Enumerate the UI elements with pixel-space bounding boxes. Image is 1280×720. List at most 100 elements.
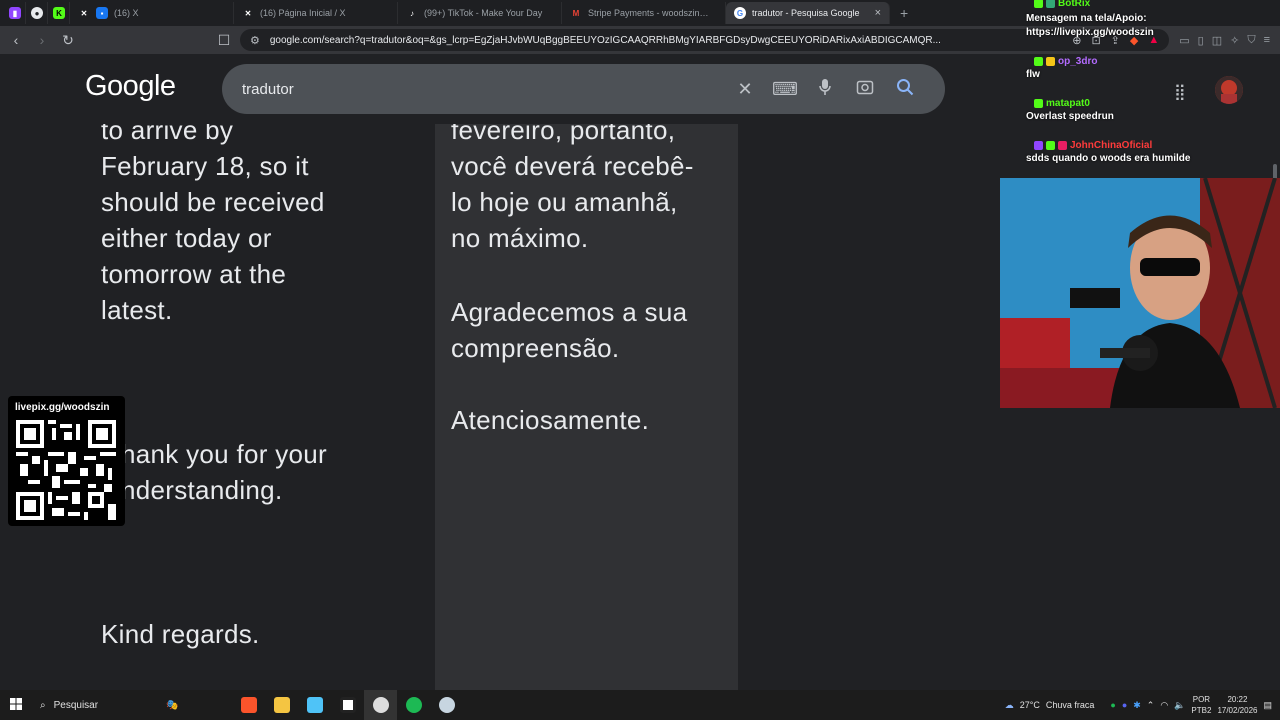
taskbar-search-label: Pesquisar [53, 699, 99, 711]
tab-chrome[interactable]: ● [26, 2, 48, 24]
clear-icon[interactable]: ✕ [725, 79, 765, 100]
x-icon: ✕ [80, 8, 88, 18]
tab-title: (16) X [114, 8, 139, 18]
mail-icon: ▪ [96, 7, 108, 19]
google-icon: G [734, 7, 746, 19]
kick-icon [1034, 56, 1043, 66]
target-text-top: fevereiro, portanto, você deverá recebê-… [451, 112, 731, 256]
new-tab-icon[interactable]: + [890, 5, 918, 21]
chevron-up-icon[interactable]: ⌃ [1147, 700, 1155, 711]
source-line: February 18, so it [101, 151, 309, 181]
windows-start-icon[interactable] [0, 697, 32, 713]
back-icon[interactable]: ‹ [6, 32, 26, 48]
gift-badge-icon [1058, 140, 1067, 150]
clock-date: 17/02/2026 [1217, 706, 1258, 715]
chat-user: BotRix [1020, 0, 1090, 10]
discord-tray-icon[interactable]: ● [1122, 700, 1127, 710]
twitch-icon [1034, 140, 1043, 150]
x-icon: ✕ [244, 8, 252, 18]
chat-username: JohnChinaOficial [1070, 139, 1153, 151]
camera-search-icon[interactable] [845, 78, 885, 101]
volume-icon[interactable]: 🔈 [1174, 700, 1185, 711]
spotify-tray-icon[interactable]: ● [1110, 700, 1115, 710]
tab-google-active[interactable]: Gtradutor - Pesquisa Google × [726, 2, 890, 24]
bot-badge-icon [1046, 0, 1055, 8]
target-line: compreensão. [451, 333, 620, 363]
capcut-icon [339, 697, 356, 713]
google-search-box[interactable]: tradutor ✕ ⌨ [222, 64, 945, 114]
source-line: nderstanding. [121, 475, 283, 505]
bluetooth-icon[interactable]: ✱ [1133, 700, 1141, 711]
chat-message: Overlast speedrun [1026, 111, 1114, 122]
tab-title: (16) Página Inicial / X [260, 8, 346, 18]
chat-username: BotRix [1058, 0, 1091, 9]
source-line: either today or [101, 223, 272, 253]
tiktok-icon: ♪ [410, 8, 414, 18]
system-tray: ☁ 27°C Chuva fraca ● ● ✱ ⌃ ◠ 🔈 POR PTB2 … [1005, 690, 1280, 720]
microphone-icon[interactable] [805, 78, 845, 101]
brave-icon [240, 697, 257, 713]
steam-icon [438, 697, 455, 713]
target-text-thanks: Agradecemos a sua compreensão. [451, 294, 731, 366]
lang-bottom: PTB2 [1191, 706, 1212, 715]
search-icon: ⌕ [40, 699, 46, 711]
qr-label: livepix.gg/woodszin [15, 402, 110, 413]
taskbar-steam[interactable] [430, 690, 463, 720]
chat-message: Mensagem na tela/Apoio: https://livepix.… [1026, 13, 1154, 38]
stream-chat: BotRix Mensagem na tela/Apoio: https://l… [1020, 0, 1280, 178]
source-regards: Kind regards. [101, 619, 260, 649]
tab-title: Stripe Payments - woodszin@gmail.c [588, 8, 717, 18]
obs-icon [372, 697, 389, 713]
chat-username: op_3dro [1058, 55, 1098, 67]
notifications-icon[interactable]: ▤ [1263, 700, 1272, 711]
target-line: no máximo. [451, 223, 589, 253]
kick-icon [1034, 98, 1043, 108]
taskbar-search[interactable]: ⌕ Pesquisar 🎭 [32, 700, 232, 711]
target-line: você deverá recebê- [451, 151, 694, 181]
tab-kick[interactable]: K [48, 2, 70, 24]
source-text-thanks: hank you for your nderstanding. [121, 436, 421, 508]
target-line: Agradecemos a sua [451, 297, 688, 327]
clock[interactable]: 20:22 17/02/2026 [1217, 694, 1257, 716]
tab-gmail[interactable]: M Stripe Payments - woodszin@gmail.c [562, 2, 726, 24]
forward-icon[interactable]: › [32, 32, 52, 48]
source-line: latest. [101, 295, 173, 325]
chrome-icon: ● [31, 7, 43, 19]
wifi-icon[interactable]: ◠ [1160, 700, 1168, 711]
taskbar-obs[interactable] [364, 690, 397, 720]
site-info-icon[interactable]: ⚙ [250, 34, 260, 47]
language-indicator[interactable]: POR PTB2 [1191, 694, 1211, 716]
tab-twitch[interactable]: ▮ [4, 2, 26, 24]
search-highlight-icon: 🎭 [166, 699, 179, 711]
taskbar-explorer[interactable] [265, 690, 298, 720]
close-tab-icon[interactable]: × [875, 7, 881, 19]
notepad-icon [306, 697, 323, 713]
tab-tiktok[interactable]: ♪ (99+) TikTok - Make Your Day [398, 2, 562, 24]
chat-user: matapat0 [1020, 96, 1114, 110]
taskbar-spotify[interactable] [397, 690, 430, 720]
clock-time: 20:22 [1227, 695, 1248, 704]
bookmark-icon[interactable]: ☐ [214, 32, 234, 49]
weather-desc: Chuva fraca [1045, 700, 1095, 710]
keyboard-icon[interactable]: ⌨ [765, 79, 805, 100]
source-line: hank you for your [121, 439, 327, 469]
spotify-icon [405, 697, 422, 713]
tab-x[interactable]: ✕ ▪ (16) X [70, 2, 234, 24]
search-icon[interactable] [885, 78, 925, 101]
chat-message: flw [1026, 69, 1040, 80]
tab-title: (99+) TikTok - Make Your Day [424, 8, 543, 18]
tab-x-home[interactable]: ✕ (16) Página Inicial / X [234, 2, 398, 24]
sub-badge-icon [1046, 56, 1055, 66]
reload-icon[interactable]: ↻ [58, 32, 78, 49]
taskbar-notepad[interactable] [298, 690, 331, 720]
target-line: lo hoje ou amanhã, [451, 187, 678, 217]
taskbar-brave[interactable] [232, 690, 265, 720]
taskbar-capcut[interactable] [331, 690, 364, 720]
kick-icon [1034, 0, 1043, 8]
qr-code-icon [16, 420, 116, 520]
check-badge-icon [1046, 140, 1055, 150]
google-logo[interactable]: Google [85, 70, 176, 103]
weather-icon[interactable]: ☁ [1005, 700, 1014, 711]
source-line: tomorrow at the [101, 259, 287, 289]
search-query[interactable]: tradutor [242, 81, 725, 98]
